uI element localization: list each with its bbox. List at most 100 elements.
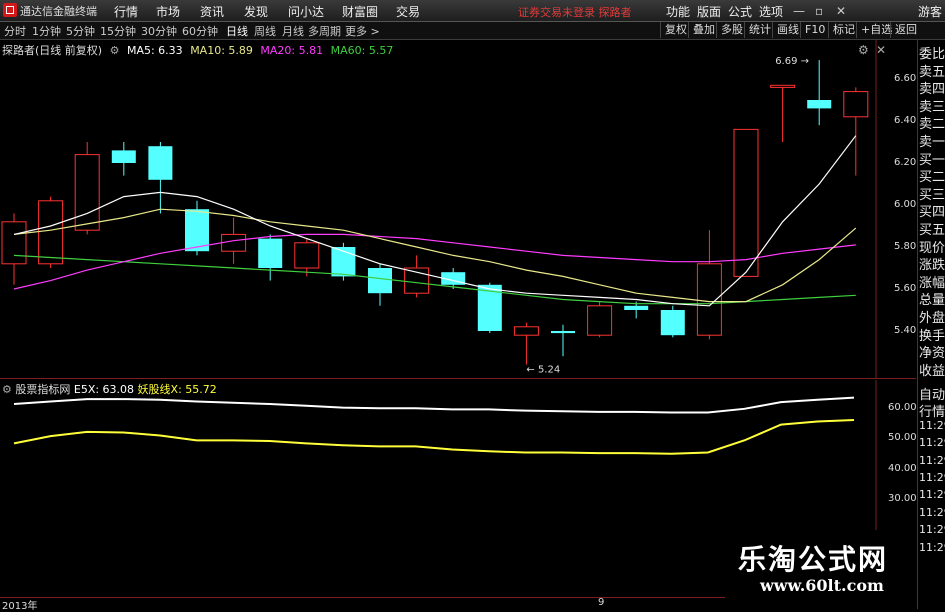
side-panel-item: 涨幅 [919,275,945,291]
ma5-line [13,135,857,307]
close-icon[interactable]: ✕ [836,4,846,18]
app-title: 通达信金融终端 [20,5,97,18]
candle-body [551,331,575,334]
side-panel-time: 11:29 [919,540,945,554]
high-price-label: 6.69 → [775,56,809,67]
indicator-settings-icon[interactable]: ⚙ [2,383,12,396]
side-panel-item: 卖一 [919,135,945,150]
candle-body [843,91,869,118]
ma5-label: MA5: 6.33 [126,44,183,57]
adjust-button[interactable]: 复权 [660,22,691,38]
candle-body [733,128,759,277]
side-panel-item: 买一 [919,152,945,168]
candle-body [185,209,209,252]
period-more[interactable]: 更多 > [345,23,380,39]
candle-body [74,154,100,231]
f10-button[interactable]: F10 [800,22,829,38]
period-multi[interactable]: 多周期 [308,23,341,39]
menu-options[interactable]: 选项 [759,3,783,20]
back-button[interactable]: 返回 [890,22,921,38]
price-tick: 6.20 [894,157,917,168]
watermark-text: 乐淘公式网 [738,543,889,576]
main-legend: 探路者(日线 前复权) ⚙ MA5: 6.33 MA10: 5.89 MA20:… [2,42,397,58]
price-tick: 5.60 [894,283,917,294]
panel-divider [0,378,916,379]
draw-line-button[interactable]: 画线 [772,22,803,38]
candle-body [587,305,613,336]
stats-button[interactable]: 统计 [744,22,775,38]
settings-icon[interactable]: ⚙ [110,44,120,57]
price-tick: 6.60 [894,73,917,84]
candle-body [513,326,539,336]
low-price-label: ← 5.24 [526,365,560,376]
side-panel-item: 买三 [919,187,945,203]
indicator-name: 股票指标网 [15,383,71,396]
candle-body [111,150,136,163]
e5x-label: E5X: 63.08 [73,383,135,396]
menu-market[interactable]: 市场 [156,3,180,20]
ma20-line [13,233,856,290]
indicator-tick: 40.00 [888,463,917,474]
candle-body [368,268,392,294]
indicator-tick: 60.00 [888,402,917,413]
indicator-yellow-line [13,418,855,455]
ma20-label: MA20: 5.81 [260,44,324,57]
side-panel-time: 11:29 [919,418,945,432]
settings-gear-icon[interactable]: ⚙ [858,43,869,57]
login-status[interactable]: 证券交易未登录 探路者 [518,4,632,20]
side-panel-time: 11:29 [919,453,945,467]
period-15min[interactable]: 15分钟 [100,23,136,39]
menu-layout[interactable]: 版面 [697,3,721,20]
ma60-label: MA60: 5.57 [330,44,394,57]
period-weekly[interactable]: 周线 [254,23,276,39]
side-panel-time: 11:29 [919,436,945,450]
side-panel-item: 委比 [919,47,945,62]
menu-formula[interactable]: 公式 [728,3,752,20]
menu-quotes[interactable]: 行情 [114,3,138,20]
side-panel-item: 收益 [919,363,945,379]
indicator-white-line [13,396,855,414]
guest-user[interactable]: 游客 [918,3,942,20]
side-panel-time: 11:29 [919,488,945,502]
app-logo-icon [3,3,17,17]
side-panel-item: 买四 [919,205,945,221]
period-intraday[interactable]: 分时 [4,23,26,39]
menu-news[interactable]: 资讯 [200,3,224,20]
period-30min[interactable]: 30分钟 [141,23,177,39]
indicator-tick: 50.00 [888,432,917,443]
period-1min[interactable]: 1分钟 [32,23,61,39]
multi-stock-button[interactable]: 多股 [716,22,747,38]
side-panel-item: 卖五 [919,64,945,80]
period-60min[interactable]: 60分钟 [182,23,218,39]
side-panel-item: 现价 [919,240,945,256]
minimize-icon[interactable]: — [793,4,805,18]
menu-trade[interactable]: 交易 [396,3,420,20]
candlestick-chart[interactable]: 6.69 → ← 5.24 [0,40,916,378]
menu-function[interactable]: 功能 [666,3,690,20]
candle-body [624,305,649,310]
x-tick-month: 9 [598,597,605,608]
price-tick: 6.00 [894,199,917,210]
period-5min[interactable]: 5分钟 [66,23,95,39]
candle-body [696,263,722,336]
side-panel-time: 11:29 [919,505,945,519]
side-panel-item: 卖三 [919,99,945,115]
period-daily[interactable]: 日线 [226,23,248,39]
side-panel-item: 买二 [919,170,945,186]
maximize-icon[interactable]: ▫ [815,4,823,18]
mark-button[interactable]: 标记 [828,22,859,38]
period-monthly[interactable]: 月线 [282,23,304,39]
side-panel-tab[interactable]: 自动 [919,384,945,403]
indicator-tick: 30.00 [888,493,917,504]
menu-discover[interactable]: 发现 [244,3,268,20]
close-chart-icon[interactable]: ✕ [876,43,886,57]
ma10-label: MA10: 5.89 [190,44,253,57]
menu-wealth-circle[interactable]: 财富圈 [342,3,378,20]
candle-body [38,200,64,265]
menu-assistant[interactable]: 问小达 [288,3,324,20]
yyx-label: 妖股线X: 55.72 [137,383,217,396]
side-panel-tab[interactable]: 行情 [919,401,945,420]
stock-name: 探路者(日线 前复权) [2,44,103,57]
overlay-button[interactable]: 叠加 [688,22,719,38]
watermark-url: www.60lt.com [760,576,884,595]
